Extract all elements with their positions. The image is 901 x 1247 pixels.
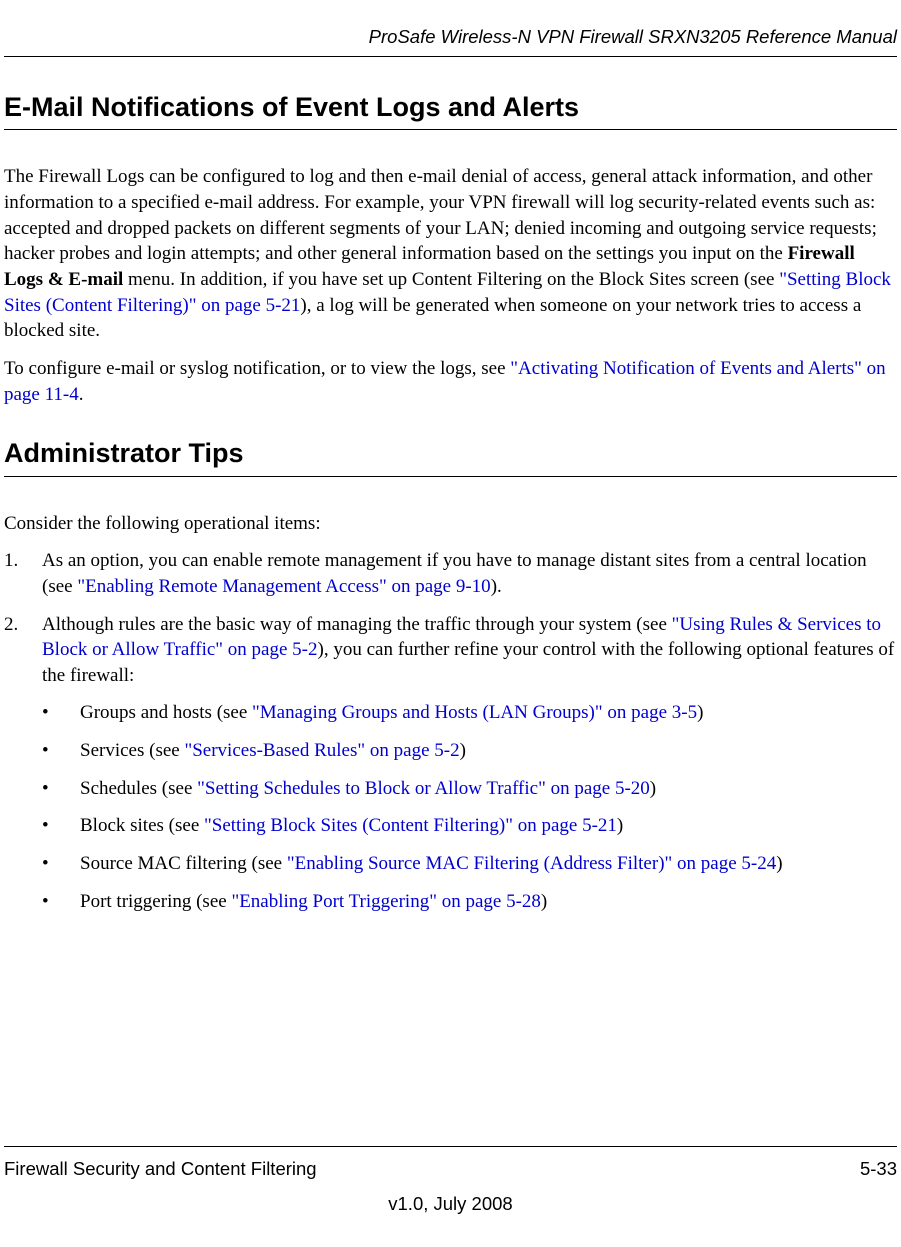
bullet-icon: • (42, 889, 49, 915)
text: ) (650, 778, 656, 799)
section-heading-email: E-Mail Notifications of Event Logs and A… (4, 89, 897, 130)
link-mac-filtering[interactable]: "Enabling Source MAC Filtering (Address … (287, 853, 776, 874)
text: ) (541, 891, 547, 912)
section-heading-admin-tips: Administrator Tips (4, 435, 897, 476)
text: Schedules (see (80, 778, 197, 799)
page-header-title: ProSafe Wireless-N VPN Firewall SRXN3205… (4, 25, 897, 50)
list-item: • Block sites (see "Setting Block Sites … (42, 813, 897, 839)
text: Groups and hosts (see (80, 702, 252, 723)
text: ) (697, 702, 703, 723)
paragraph-admin-intro: Consider the following operational items… (4, 511, 897, 537)
list-item: • Source MAC filtering (see "Enabling So… (42, 851, 897, 877)
footer-page-number: 5-33 (860, 1157, 897, 1182)
footer-rule (4, 1146, 897, 1147)
text: ) (460, 740, 466, 761)
text: Source MAC filtering (see (80, 853, 287, 874)
link-block-sites-2[interactable]: "Setting Block Sites (Content Filtering)… (204, 815, 617, 836)
paragraph-email-1: The Firewall Logs can be configured to l… (4, 164, 897, 343)
link-services[interactable]: "Services-Based Rules" on page 5-2 (184, 740, 459, 761)
text: . (79, 384, 84, 405)
list-number: 2. (4, 612, 18, 638)
link-remote-management[interactable]: "Enabling Remote Management Access" on p… (77, 576, 490, 597)
link-groups-hosts[interactable]: "Managing Groups and Hosts (LAN Groups)"… (252, 702, 697, 723)
list-item: • Services (see "Services-Based Rules" o… (42, 738, 897, 764)
text: The Firewall Logs can be configured to l… (4, 166, 877, 264)
list-item: • Groups and hosts (see "Managing Groups… (42, 700, 897, 726)
header-rule (4, 56, 897, 57)
bullet-icon: • (42, 813, 49, 839)
link-port-triggering[interactable]: "Enabling Port Triggering" on page 5-28 (231, 891, 540, 912)
bullet-list: • Groups and hosts (see "Managing Groups… (42, 700, 897, 914)
text: ) (776, 853, 782, 874)
footer-section-title: Firewall Security and Content Filtering (4, 1157, 317, 1182)
list-item: 1. As an option, you can enable remote m… (4, 548, 897, 599)
list-item: 2. Although rules are the basic way of m… (4, 612, 897, 915)
text: Block sites (see (80, 815, 204, 836)
text: ). (491, 576, 502, 597)
paragraph-email-2: To configure e-mail or syslog notificati… (4, 356, 897, 407)
list-item: • Port triggering (see "Enabling Port Tr… (42, 889, 897, 915)
text: To configure e-mail or syslog notificati… (4, 358, 510, 379)
bullet-icon: • (42, 700, 49, 726)
bullet-icon: • (42, 738, 49, 764)
text: Services (see (80, 740, 184, 761)
page-footer: Firewall Security and Content Filtering … (4, 1146, 897, 1217)
text: Although rules are the basic way of mana… (42, 614, 672, 635)
numbered-list: 1. As an option, you can enable remote m… (4, 548, 897, 914)
footer-version: v1.0, July 2008 (4, 1192, 897, 1217)
link-schedules[interactable]: "Setting Schedules to Block or Allow Tra… (197, 778, 650, 799)
list-number: 1. (4, 548, 18, 574)
text: Port triggering (see (80, 891, 231, 912)
bullet-icon: • (42, 851, 49, 877)
list-item: • Schedules (see "Setting Schedules to B… (42, 776, 897, 802)
text: menu. In addition, if you have set up Co… (123, 269, 779, 290)
bullet-icon: • (42, 776, 49, 802)
text: ) (617, 815, 623, 836)
